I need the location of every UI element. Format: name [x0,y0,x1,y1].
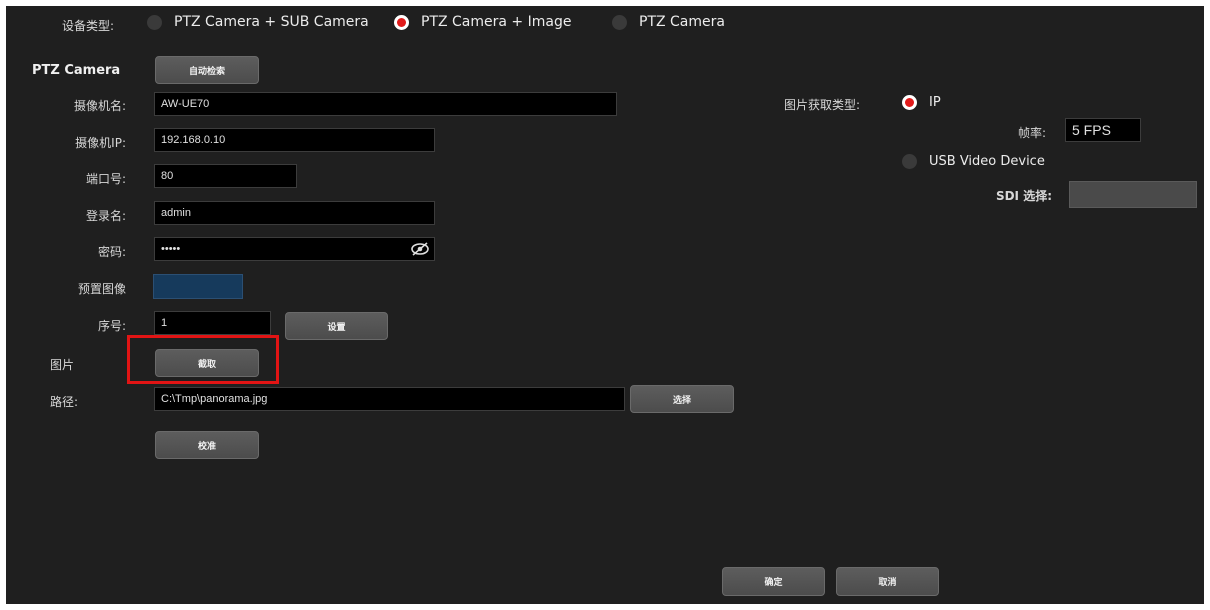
image-label: 图片 [50,358,75,372]
image-source-option-ip[interactable]: IP [902,95,941,110]
camera-ip-input[interactable]: 192.168.0.10 [154,128,435,152]
radio-icon [902,154,917,169]
login-input[interactable]: admin [154,201,435,225]
sdi-select-dropdown[interactable] [1069,181,1197,208]
image-source-option-label: IP [929,95,941,110]
camera-name-input[interactable]: AW-UE70 [154,92,617,116]
highlight-box [127,335,279,384]
device-type-option-label: PTZ Camera + SUB Camera [174,14,369,30]
ptz-section-title: PTZ Camera [32,63,121,78]
radio-icon [612,14,627,30]
auto-search-button[interactable]: 自动检索 [155,56,259,84]
camera-settings-panel: 设备类型: PTZ Camera + SUB Camera PTZ Camera… [6,6,1204,604]
fps-value[interactable]: 5 FPS [1065,118,1141,142]
ok-button[interactable]: 确定 [722,567,825,596]
camera-name-label: 摄像机名: [73,99,126,113]
device-type-option-ptz-sub[interactable]: PTZ Camera + SUB Camera [147,14,369,30]
radio-icon [147,14,162,30]
camera-ip-label: 摄像机IP: [75,136,126,150]
serial-input[interactable]: 1 [154,311,271,335]
preset-image-label: 预置图像 [77,282,126,296]
image-source-option-label: USB Video Device [929,154,1045,169]
cancel-button[interactable]: 取消 [836,567,939,596]
sdi-select-label: SDI 选择: [995,189,1052,203]
select-button[interactable]: 选择 [630,385,734,413]
device-type-option-ptz[interactable]: PTZ Camera [612,14,725,30]
fps-label: 帧率: [1017,126,1046,140]
radio-selected-icon [902,95,917,110]
password-input[interactable]: ••••• [154,237,435,261]
serial-label: 序号: [97,319,126,333]
port-label: 端口号: [85,172,126,186]
device-type-option-label: PTZ Camera [639,14,725,30]
image-source-label: 图片获取类型: [784,98,861,112]
device-type-option-ptz-image[interactable]: PTZ Camera + Image [394,14,571,30]
radio-selected-icon [394,14,409,30]
device-type-option-label: PTZ Camera + Image [421,14,572,30]
calibrate-button[interactable]: 校准 [155,431,259,459]
path-label: 路径: [50,395,79,409]
login-label: 登录名: [85,209,126,223]
device-type-label: 设备类型: [62,19,115,33]
port-input[interactable]: 80 [154,164,297,188]
password-label: 密码: [97,245,126,259]
path-input[interactable]: C:\Tmp\panorama.jpg [154,387,625,411]
image-source-option-usb[interactable]: USB Video Device [902,154,1045,169]
set-button[interactable]: 设置 [285,312,388,340]
preset-image-thumbnail[interactable] [153,274,243,299]
eye-slash-icon[interactable] [410,241,430,257]
